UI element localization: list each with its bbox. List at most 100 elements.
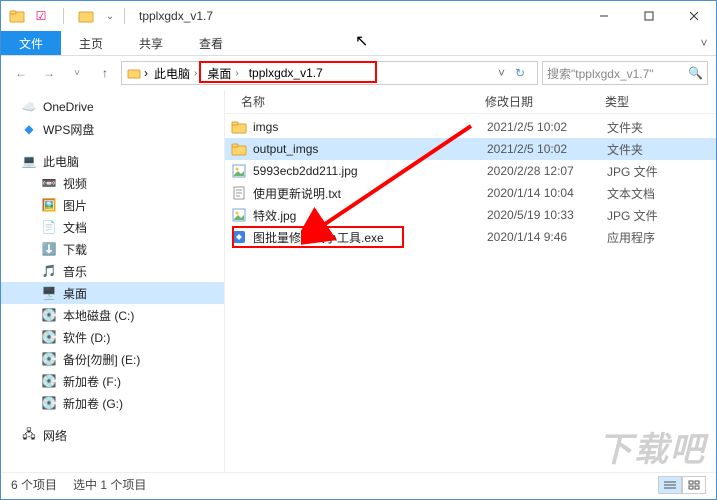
nav-forward-button: → — [37, 61, 61, 85]
video-icon: 📼 — [41, 175, 57, 191]
file-type: 文件夹 — [607, 141, 716, 158]
sidebar-item-disk-e[interactable]: 💽备份[勿删] (E:) — [1, 348, 224, 370]
maximize-button[interactable] — [626, 1, 671, 31]
sidebar-item-music[interactable]: 🎵音乐 — [1, 260, 224, 282]
file-type-icon — [229, 139, 249, 159]
sidebar-item-onedrive[interactable]: ☁️ OneDrive — [1, 96, 224, 118]
music-icon: 🎵 — [41, 263, 57, 279]
sidebar-item-this-pc[interactable]: 💻 此电脑 — [1, 150, 224, 172]
sidebar-item-video[interactable]: 📼视频 — [1, 172, 224, 194]
file-name: 特效.jpg — [253, 207, 487, 224]
drive-icon: 💽 — [41, 395, 57, 411]
status-selected: 选中 1 个项目 — [73, 476, 146, 493]
folder-yellow-icon — [78, 8, 94, 24]
file-name: 5993ecb2dd211.jpg — [253, 164, 487, 178]
refresh-button[interactable]: ↻ — [507, 66, 533, 80]
sidebar-item-wps[interactable]: ◆ WPS网盘 — [1, 118, 224, 140]
sidebar-item-documents[interactable]: 📄文档 — [1, 216, 224, 238]
folder-icon — [9, 8, 25, 24]
file-date: 2021/2/5 10:02 — [487, 142, 607, 156]
tab-home[interactable]: 主页 — [61, 31, 121, 55]
col-type[interactable]: 类型 — [605, 93, 716, 110]
window-title: tpplxgdx_v1.7 — [139, 9, 213, 23]
file-name: 图批量修改大小工具.exe — [253, 229, 487, 246]
file-row[interactable]: 使用更新说明.txt2020/1/14 10:04文本文档 — [225, 182, 716, 204]
file-type: JPG 文件 — [607, 207, 716, 224]
file-row[interactable]: 特效.jpg2020/5/19 10:33JPG 文件 — [225, 204, 716, 226]
nav-sidebar[interactable]: ☁️ OneDrive ◆ WPS网盘 💻 此电脑 📼视频 🖼️图片 📄文档 ⬇… — [1, 90, 225, 472]
crumb-dropdown-icon[interactable]: ˅ — [498, 66, 505, 80]
address-bar-row: ← → ˅ ↑ › 此电脑› 桌面› tpplxgdx_v1.7 ˅ ↻ 搜索"… — [1, 56, 716, 90]
file-list[interactable]: imgs2021/2/5 10:02文件夹output_imgs2021/2/5… — [225, 114, 716, 472]
file-row[interactable]: 5993ecb2dd211.jpg2020/2/28 12:07JPG 文件 — [225, 160, 716, 182]
crumb-this-pc[interactable]: 此电脑› — [150, 62, 201, 84]
file-type-icon — [229, 205, 249, 225]
close-button[interactable] — [671, 1, 716, 31]
titlebar: ☑ ⌄ tpplxgdx_v1.7 — [1, 1, 716, 31]
sidebar-item-disk-c[interactable]: 💽本地磁盘 (C:) — [1, 304, 224, 326]
breadcrumb[interactable]: › 此电脑› 桌面› tpplxgdx_v1.7 ˅ ↻ — [121, 61, 538, 85]
qat-check-icon[interactable]: ☑ — [33, 8, 49, 24]
sidebar-item-downloads[interactable]: ⬇️下载 — [1, 238, 224, 260]
file-row[interactable]: 图批量修改大小工具.exe2020/1/14 9:46应用程序 — [225, 226, 716, 248]
sidebar-item-disk-d[interactable]: 💽软件 (D:) — [1, 326, 224, 348]
file-name: 使用更新说明.txt — [253, 185, 487, 202]
file-type: 文件夹 — [607, 119, 716, 136]
drive-icon: 💽 — [41, 351, 57, 367]
documents-icon: 📄 — [41, 219, 57, 235]
sidebar-item-desktop[interactable]: 🖥️桌面 — [1, 282, 224, 304]
file-name: output_imgs — [253, 142, 487, 156]
nav-history-dropdown[interactable]: ˅ — [65, 61, 89, 85]
tab-view[interactable]: 查看 — [181, 31, 241, 55]
nav-back-button[interactable]: ← — [9, 61, 33, 85]
tab-share[interactable]: 共享 — [121, 31, 181, 55]
cloud-icon: ☁️ — [21, 99, 37, 115]
column-headers[interactable]: 名称 修改日期 类型 — [225, 90, 716, 114]
file-type-icon — [229, 227, 249, 247]
sidebar-item-pictures[interactable]: 🖼️图片 — [1, 194, 224, 216]
cursor-icon: ↖ — [355, 31, 368, 51]
view-icons-button[interactable] — [682, 476, 706, 494]
file-row[interactable]: imgs2021/2/5 10:02文件夹 — [225, 116, 716, 138]
status-count: 6 个项目 — [11, 476, 57, 493]
search-input[interactable]: 搜索"tpplxgdx_v1.7" 🔍 — [542, 61, 708, 85]
desktop-icon: 🖥️ — [41, 285, 57, 301]
crumb-folder[interactable]: tpplxgdx_v1.7 — [245, 62, 327, 84]
file-date: 2020/1/14 10:04 — [487, 186, 607, 200]
tab-file[interactable]: 文件 — [1, 31, 61, 55]
drive-icon: 💽 — [41, 329, 57, 345]
crumb-desktop[interactable]: 桌面› — [203, 62, 242, 84]
ribbon-expand-icon[interactable]: ˅ — [692, 31, 716, 55]
col-name[interactable]: 名称 — [225, 93, 485, 110]
pc-icon: 💻 — [21, 153, 37, 169]
search-icon: 🔍 — [688, 66, 703, 80]
file-type: 文本文档 — [607, 185, 716, 202]
file-type-icon — [229, 183, 249, 203]
col-date[interactable]: 修改日期 — [485, 93, 605, 110]
file-pane: 名称 修改日期 类型 imgs2021/2/5 10:02文件夹output_i… — [225, 90, 716, 472]
folder-icon — [126, 65, 142, 81]
file-row[interactable]: output_imgs2021/2/5 10:02文件夹 — [225, 138, 716, 160]
qat-dropdown-icon[interactable]: ⌄ — [102, 8, 118, 24]
minimize-button[interactable] — [581, 1, 626, 31]
pictures-icon: 🖼️ — [41, 197, 57, 213]
wps-icon: ◆ — [21, 121, 37, 137]
nav-up-button[interactable]: ↑ — [93, 61, 117, 85]
file-type-icon — [229, 161, 249, 181]
file-date: 2021/2/5 10:02 — [487, 120, 607, 134]
sidebar-item-disk-g[interactable]: 💽新加卷 (G:) — [1, 392, 224, 414]
view-details-button[interactable] — [658, 476, 682, 494]
file-type: JPG 文件 — [607, 163, 716, 180]
file-type: 应用程序 — [607, 229, 716, 246]
sidebar-item-network[interactable]: 🖧网络 — [1, 424, 224, 446]
file-date: 2020/5/19 10:33 — [487, 208, 607, 222]
file-type-icon — [229, 117, 249, 137]
drive-icon: 💽 — [41, 373, 57, 389]
network-icon: 🖧 — [21, 427, 37, 443]
file-date: 2020/2/28 12:07 — [487, 164, 607, 178]
downloads-icon: ⬇️ — [41, 241, 57, 257]
sidebar-item-disk-f[interactable]: 💽新加卷 (F:) — [1, 370, 224, 392]
file-name: imgs — [253, 120, 487, 134]
status-bar: 6 个项目 选中 1 个项目 — [1, 472, 716, 496]
file-date: 2020/1/14 9:46 — [487, 230, 607, 244]
